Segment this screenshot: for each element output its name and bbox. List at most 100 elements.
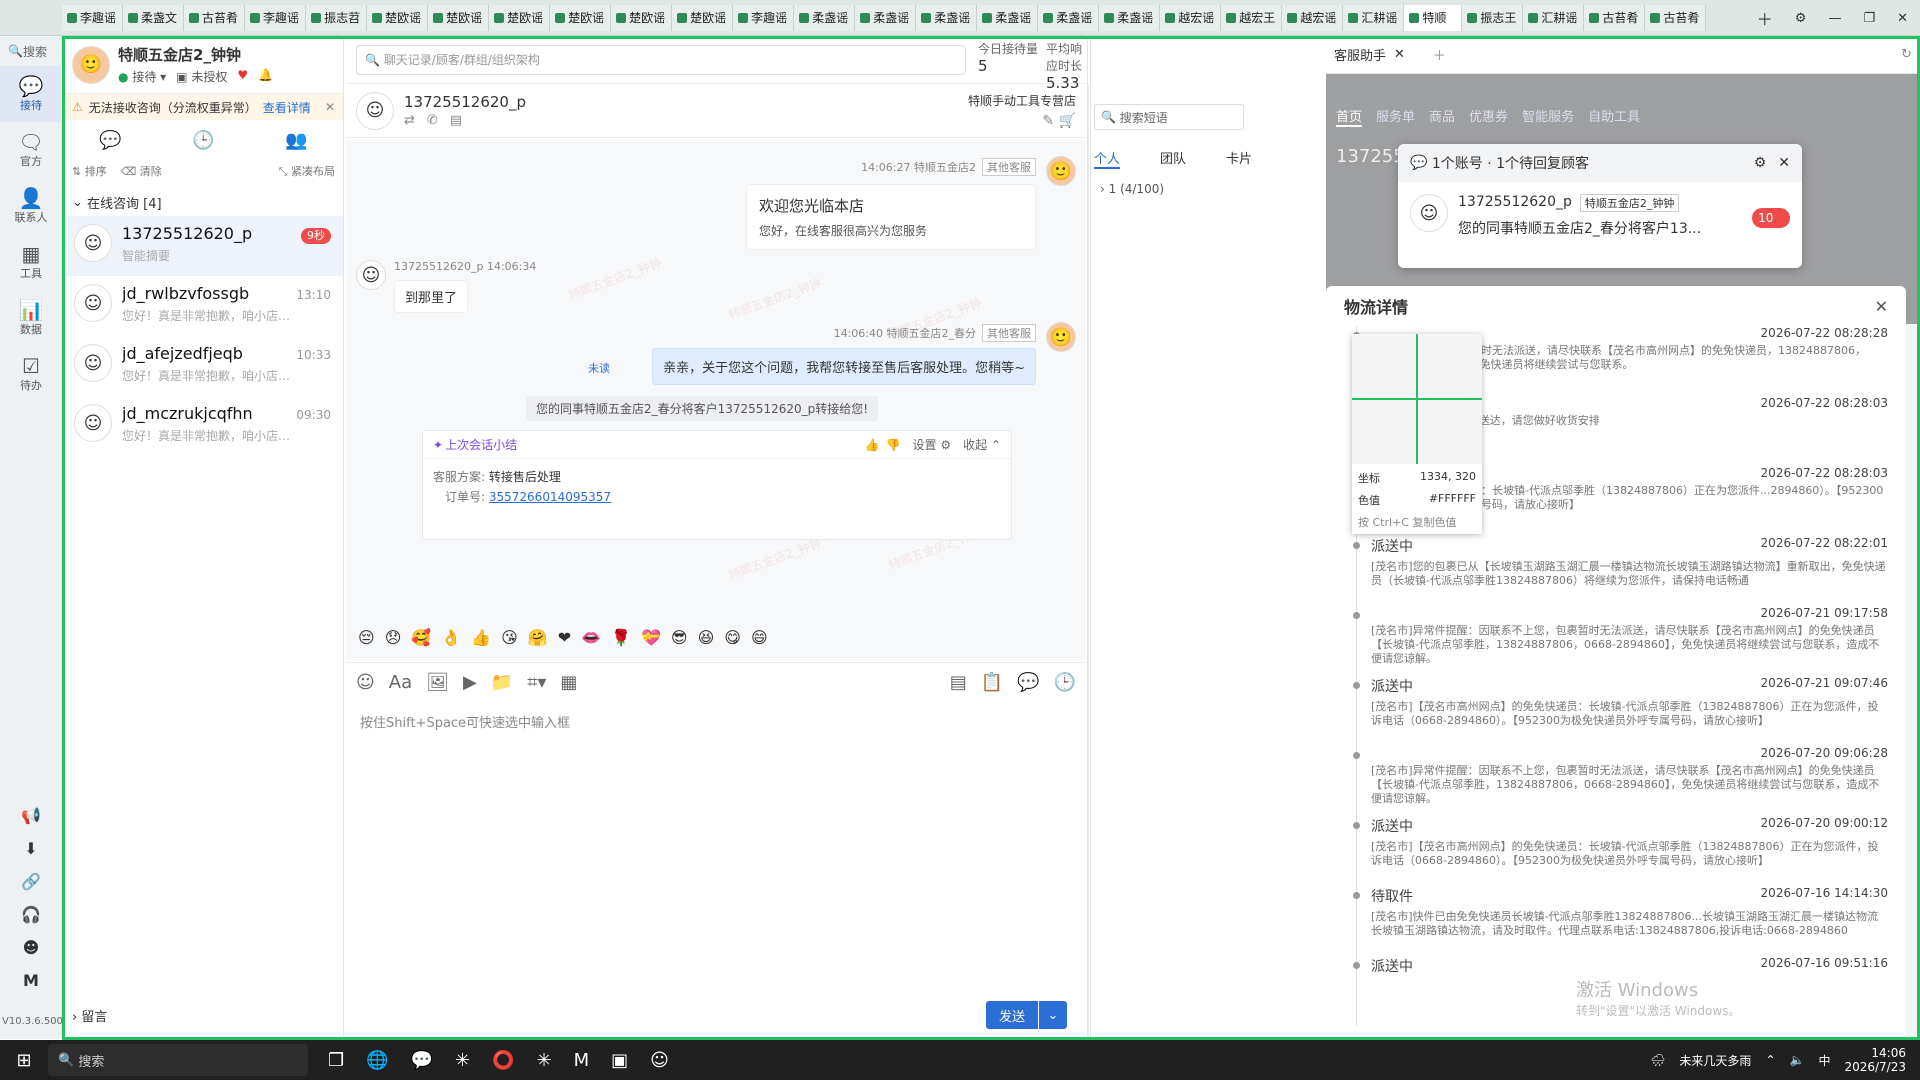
close-icon[interactable]: ✕ [1875,297,1888,316]
list-item[interactable]: ☺ 13725512620_p 智能摘要 9秒 [64,216,343,276]
app-tab[interactable]: 柔盏谣 [1099,4,1161,31]
app-tab[interactable]: 柔盏文 [123,4,185,31]
list-item[interactable]: ☺ jd_rwlbzvfossgb您好！真是非常抱歉，咱小店客服... 13:1… [64,276,343,336]
auth-status[interactable]: ▣ 未授权 [176,68,227,85]
headset-icon[interactable]: 🎧 [21,905,41,924]
emoji-icon[interactable]: 😆 [698,628,715,647]
close-icon[interactable]: ✕ [1778,155,1790,171]
crop-icon[interactable]: ⌗▾ [527,672,546,693]
add-tab-icon[interactable]: ＋ [1757,6,1773,30]
app-tab[interactable]: 柔盏谣 [916,4,978,31]
emoji-icon[interactable]: 😘 [501,628,518,647]
tab-products[interactable]: 商品 [1429,106,1455,127]
app-tab[interactable]: 特顺 [1404,4,1463,31]
link-icon[interactable]: 🔗 [21,872,41,891]
emoji-picker-icon[interactable]: ☺ [356,672,375,693]
emoji-icon[interactable]: 😋 [724,628,741,647]
send-options-icon[interactable]: ⌄ [1039,1001,1067,1029]
thumbs-up-icon[interactable]: 👍 [865,438,880,452]
edge-icon[interactable]: 🌐 [366,1050,388,1071]
jd-chat-icon[interactable]: ☺ [650,1050,669,1071]
app-tab[interactable]: 楚欧谣 [672,4,734,31]
tray-chevron-icon[interactable]: ⌃ [1765,1053,1775,1067]
rail-item-official[interactable]: 🗨 官方 [0,122,62,178]
compact-layout-button[interactable]: ⤡ 紧凑布局 [279,163,335,179]
phone-icon[interactable]: ✆ [427,113,438,128]
emoji-icon[interactable]: 🥰 [411,628,431,647]
pending-reply-popup[interactable]: 💬 1个账号 · 1个待回复顾客 ⚙ ✕ ☺ 13725512620_p 特顺五金… [1398,144,1802,268]
clear-button[interactable]: ⌫ 清除 [121,163,162,179]
app-tab[interactable]: 汇耕谣 [1343,4,1405,31]
emoji-icon[interactable]: 😄 [751,628,768,647]
volume-icon[interactable]: 🔈 [1790,1053,1805,1067]
app-tab[interactable]: 越宏谣 [1282,4,1344,31]
refresh-icon[interactable]: ↻ [1901,47,1912,62]
bell-icon[interactable]: 🔔 [258,68,273,85]
summary-collapse-button[interactable]: 收起 ⌃ [963,436,1001,453]
restore-icon[interactable]: ❐ [1863,11,1875,26]
close-tab-icon[interactable]: ✕ [1394,47,1405,62]
thumbs-down-icon[interactable]: 👎 [886,438,901,452]
video-icon[interactable]: ▶ [463,672,477,693]
list-item[interactable]: ☺ jd_afejzedfjeqb您好！真是非常抱歉，咱小店客服... 10:3… [64,336,343,396]
phrase-group[interactable]: › 1 (4/100) [1100,182,1164,196]
app-tab[interactable]: 古苔肴 [1645,4,1707,31]
app-tab[interactable]: 越宏王 [1221,4,1283,31]
tab-personal[interactable]: 个人 [1094,148,1121,169]
app-tab[interactable]: 李趣谣 [245,4,307,31]
emoji-icon[interactable]: 😎 [671,628,688,647]
clipboard-icon[interactable]: 📋 [981,672,1003,693]
chat-filter-icon[interactable]: 💬 [99,130,121,151]
tab-coupons[interactable]: 优惠券 [1469,106,1508,127]
minimize-icon[interactable]: — [1828,11,1841,26]
group-icon[interactable]: 👥 [285,130,307,151]
app-icon[interactable]: ✳ [537,1050,552,1071]
emoji-icon[interactable]: 😞 [385,628,402,647]
heart-icon[interactable]: ♥ [237,68,248,85]
rail-item-tools[interactable]: ▦ 工具 [0,234,62,290]
note-icon[interactable]: ▤ [450,113,462,128]
tab-team[interactable]: 团队 [1160,148,1186,169]
app-tab[interactable]: 楚欧谣 [611,4,673,31]
emoji-icon[interactable]: 🌹 [611,628,631,647]
sort-button[interactable]: ⇅ 排序 [72,163,107,179]
close-icon[interactable]: ✕ [1897,11,1908,26]
edit-icon[interactable]: ✎ [1042,113,1054,129]
app-icon[interactable]: M [574,1050,590,1071]
calculator-icon[interactable]: ▦ [560,672,577,693]
image-icon[interactable]: 🖼 [426,672,449,693]
megaphone-icon[interactable]: 📢 [21,806,41,825]
tab-smart-service[interactable]: 智能服务 [1522,106,1574,127]
app-tab[interactable]: 振志苕 [306,4,368,31]
tab-service-orders[interactable]: 服务单 [1376,106,1415,127]
rail-item-contacts[interactable]: 👤 联系人 [0,178,62,234]
app-tab[interactable]: 柔盏谣 [977,4,1039,31]
tab-self-service[interactable]: 自助工具 [1588,106,1640,127]
agent-avatar[interactable]: 🙂 [72,45,110,84]
close-banner-icon[interactable]: ✕ [325,100,335,114]
windows-start-icon[interactable]: ⊞ [0,1050,48,1071]
cart-icon[interactable]: 🛒 [1059,113,1076,129]
folder-icon[interactable]: 📁 [491,672,513,693]
app-tab[interactable]: 楚欧谣 [428,4,490,31]
emoji-icon[interactable]: 🤗 [528,628,548,647]
m-logo-icon[interactable]: M [23,971,39,990]
customer-avatar[interactable]: ☺ [356,91,394,130]
settings-icon[interactable]: ⚙ [1754,155,1767,171]
global-search-input[interactable]: 🔍 聊天记录/顾客/群组/组织架构 [356,44,966,75]
app-tab[interactable]: 古苔肴 [184,4,246,31]
app-tab[interactable]: 楚欧谣 [489,4,551,31]
app-icon[interactable]: ⭕ [492,1050,514,1071]
order-number-link[interactable]: 3557266014095357 [489,490,611,504]
app-icon[interactable]: ▣ [611,1050,628,1071]
transfer-icon[interactable]: ⇄ [404,113,415,128]
add-tab-icon[interactable]: ＋ [1433,45,1446,64]
tab-card[interactable]: 卡片 [1226,148,1252,169]
app-tab[interactable]: 柔盏谣 [1038,4,1100,31]
history-icon[interactable]: 🕒 [1054,672,1076,693]
app-tab[interactable]: 柔盏谣 [794,4,856,31]
app-tab[interactable]: 汇耕谣 [1523,4,1585,31]
font-icon[interactable]: Aa [389,672,412,693]
online-group-header[interactable]: ⌄ 在线咨询 [4] [64,188,343,216]
emoji-icon[interactable]: 💝 [641,628,661,647]
